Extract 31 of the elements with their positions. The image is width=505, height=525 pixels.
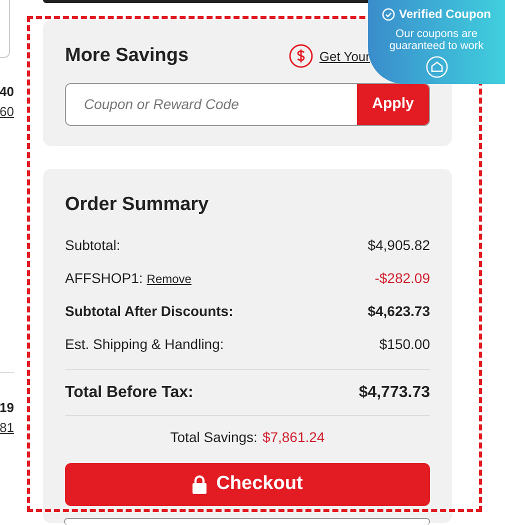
dollar-icon — [289, 44, 314, 68]
price-text: 40 — [0, 83, 14, 101]
row-label: AFFSHOP1: — [65, 269, 143, 288]
total-label: Total Before Tax: — [65, 382, 194, 402]
row-label: Subtotal: — [65, 236, 120, 255]
row-value: $150.00 — [379, 335, 430, 354]
section-title: Order Summary — [65, 192, 210, 216]
apply-button[interactable]: Apply — [357, 84, 429, 124]
savings-value: $7,861.24 — [262, 428, 325, 447]
home-icon — [426, 56, 448, 78]
price-link[interactable]: 81 — [0, 418, 14, 438]
price-text: 19 — [0, 399, 14, 417]
checkout-button[interactable]: Checkout — [65, 463, 430, 506]
row-value: $4,905.82 — [368, 236, 430, 255]
badge-title: Verified Coupon — [398, 6, 491, 23]
row-value: -$282.09 — [374, 269, 430, 288]
card-background — [0, 0, 10, 58]
remove-link[interactable]: Remove — [146, 270, 192, 288]
section-title: More Savings — [65, 44, 189, 68]
check-icon — [382, 8, 395, 20]
row-value: $4,623.73 — [368, 302, 430, 321]
row-label: Est. Shipping & Handling: — [65, 335, 224, 354]
coupon-field[interactable]: Coupon or Reward Code Apply — [65, 82, 430, 126]
badge-text: Our coupons are guaranteed to work — [388, 28, 485, 52]
savings-label: Total Savings: — [170, 428, 258, 447]
cart-button[interactable] — [64, 518, 430, 525]
lock-icon — [192, 475, 208, 494]
row-label: Subtotal After Discounts: — [65, 302, 234, 321]
price-link[interactable]: 60 — [0, 102, 14, 122]
rewards-link[interactable]: Get Your — [319, 46, 370, 66]
total-value: $4,773.73 — [358, 382, 430, 402]
